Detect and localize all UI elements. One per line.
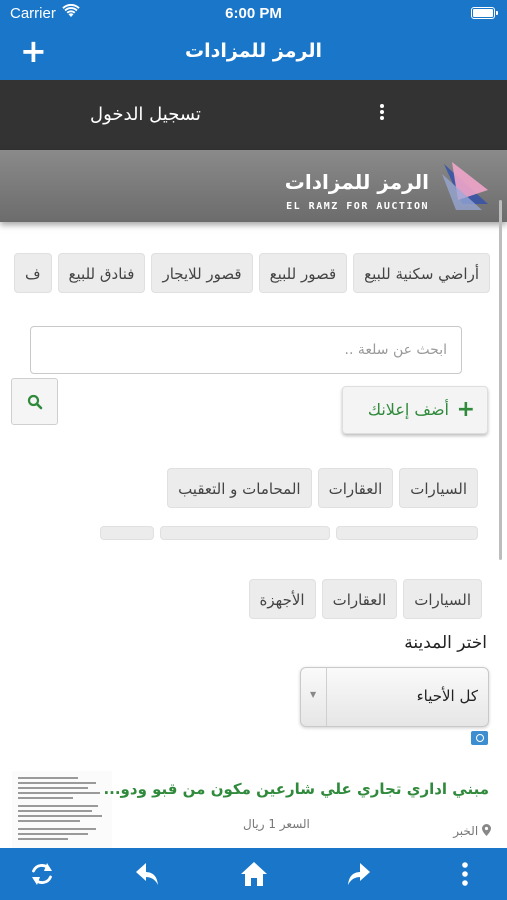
logo-english-text: EL RAMZ FOR AUCTION [286, 201, 429, 212]
listing-item[interactable]: مبني اداري تجاري علي شارعين مكون من قبو … [0, 763, 507, 848]
page-title: الرمز للمزادات [185, 40, 322, 62]
forward-icon[interactable] [345, 860, 373, 888]
search-icon [27, 394, 43, 410]
category-chip[interactable]: المحامات و التعقيب [167, 468, 312, 508]
category-chip[interactable]: فنادق للبيع [57, 253, 146, 293]
logo-mark-icon [442, 162, 488, 210]
category-chip[interactable]: السيارات [403, 579, 482, 619]
plus-icon: + [456, 397, 475, 422]
category-row-4: السيارات العقارات الأجهزة [0, 579, 500, 619]
category-chip[interactable] [100, 526, 154, 540]
category-chip[interactable]: أراضي سكنية للبيع [353, 253, 490, 293]
more-vertical-icon[interactable] [451, 860, 479, 888]
refresh-icon[interactable] [28, 860, 56, 888]
home-icon[interactable] [240, 860, 268, 888]
category-row-1: أراضي سكنية للبيع قصور للبيع قصور للايجا… [0, 253, 500, 293]
listing-thumbnail [12, 771, 112, 848]
city-select[interactable]: ▼ كل الأحياء [300, 667, 489, 727]
add-ad-button[interactable]: + أضف إعلانك [342, 386, 488, 434]
location-label: الخبر [453, 824, 479, 838]
category-chip[interactable]: الأجهزة [248, 579, 316, 619]
listing-title: مبني اداري تجاري علي شارعين مكون من قبو … [103, 780, 489, 798]
category-chip[interactable]: قصور للبيع [258, 253, 348, 293]
city-label: اختر المدينة [404, 633, 487, 653]
nav-bar: + الرمز للمزادات [0, 28, 507, 80]
battery-icon [471, 7, 498, 19]
bottom-tab-bar [0, 848, 507, 900]
status-time: 6:00 PM [225, 5, 282, 22]
listing-location: الخبر [453, 824, 491, 838]
more-vertical-icon[interactable] [378, 102, 386, 126]
category-chip[interactable]: العقارات [321, 579, 398, 619]
category-chip[interactable]: قصور للايجار [151, 253, 253, 293]
city-select-value: كل الأحياء [416, 687, 478, 705]
logo-bar: الرمز للمزادات EL RAMZ FOR AUCTION [0, 150, 507, 222]
scrollbar[interactable] [499, 200, 502, 560]
category-chip[interactable] [336, 526, 478, 540]
login-link[interactable]: تسجيل الدخول [90, 104, 201, 125]
status-bar: Carrier 6:00 PM [0, 0, 507, 28]
category-chip[interactable]: العقارات [317, 468, 394, 508]
category-chip[interactable] [160, 526, 330, 540]
category-chip[interactable]: السيارات [399, 468, 478, 508]
category-row-3 [0, 526, 500, 540]
search-input[interactable] [30, 326, 462, 374]
listing-price: السعر 1 ريال [243, 817, 310, 831]
location-pin-icon [482, 824, 491, 836]
reply-icon[interactable] [133, 860, 161, 888]
logo-arabic-text: الرمز للمزادات [284, 170, 429, 194]
divider [326, 668, 327, 726]
category-row-2: السيارات العقارات المحامات و التعقيب [0, 468, 500, 508]
chevron-down-icon: ▼ [310, 690, 317, 699]
add-ad-label: أضف إعلانك [367, 400, 449, 419]
search-button[interactable] [11, 378, 58, 425]
camera-icon[interactable] [471, 731, 488, 745]
menu-bar: تسجيل الدخول [0, 80, 507, 150]
category-chip[interactable]: ف [13, 253, 52, 293]
